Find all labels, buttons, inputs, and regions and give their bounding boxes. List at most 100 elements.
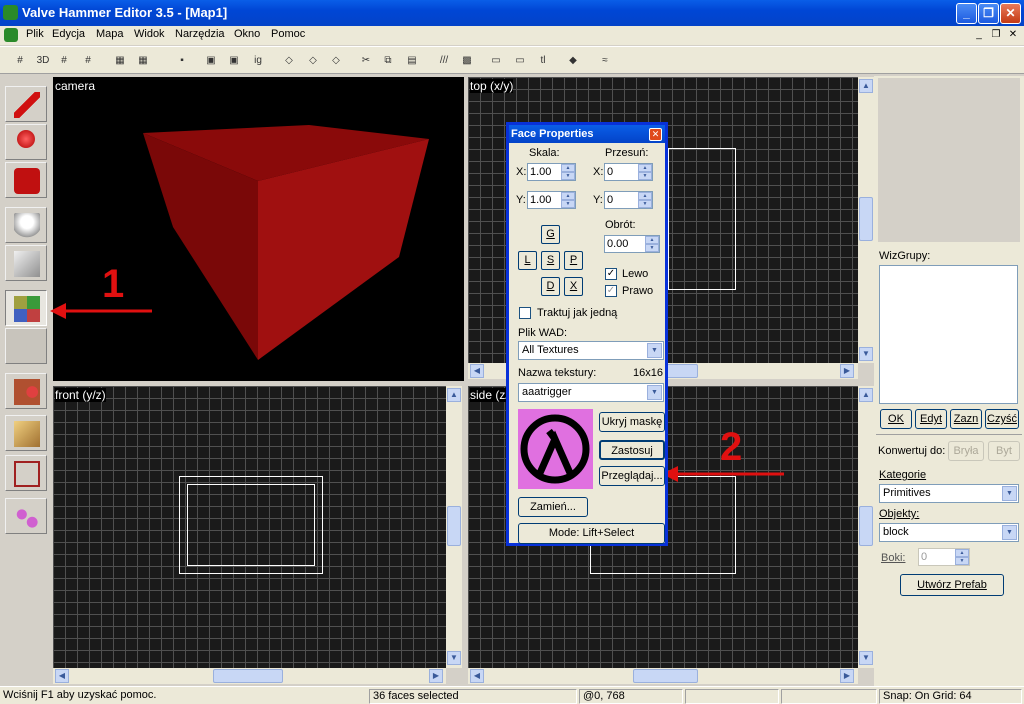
group-icon[interactable]: ▦ <box>110 51 130 71</box>
justify-bottom-button[interactable]: D <box>541 277 560 296</box>
scroll-down-icon[interactable]: ▼ <box>859 347 873 361</box>
maximize-icon[interactable]: ❐ <box>978 3 999 24</box>
spin-up-icon[interactable]: ▲ <box>955 549 969 557</box>
path-tool[interactable] <box>5 498 47 534</box>
scroll-up-icon[interactable]: ▲ <box>859 79 873 93</box>
tl-icon[interactable]: tl <box>533 51 553 71</box>
menu-narzędzia[interactable]: Narzędzia <box>175 28 225 40</box>
hide-icon[interactable]: ▣ <box>201 51 221 71</box>
clipping-tool[interactable] <box>5 373 47 409</box>
chevron-down-icon[interactable]: ▼ <box>1002 525 1017 540</box>
menu-mapa[interactable]: Mapa <box>96 28 124 40</box>
mdi-close-icon[interactable]: ✕ <box>1006 29 1020 41</box>
entity-tool[interactable] <box>5 207 47 243</box>
scroll-right-icon[interactable]: ▶ <box>840 669 854 683</box>
scroll-up-icon[interactable]: ▲ <box>447 388 461 402</box>
hide-mask-button[interactable]: Ukryj maskę <box>599 412 665 432</box>
camera-tool[interactable] <box>5 162 47 198</box>
scale-y-input[interactable]: 1.00 ▲ ▼ <box>527 191 576 209</box>
scale-x-input[interactable]: 1.00 ▲ ▼ <box>527 163 576 181</box>
scroll-thumb[interactable] <box>447 506 461 546</box>
mdi-restore-icon[interactable]: ❐ <box>989 29 1003 41</box>
front-viewport[interactable]: front (y/z) <box>53 386 446 668</box>
scroll-thumb[interactable] <box>633 669 698 683</box>
shift-y-input[interactable]: 0 ▲ ▼ <box>604 191 653 209</box>
scroll-left-icon[interactable]: ◀ <box>470 669 484 683</box>
spin-up-icon[interactable]: ▲ <box>638 192 652 200</box>
settings-icon[interactable]: ≈ <box>595 51 615 71</box>
scroll-thumb[interactable] <box>213 669 283 683</box>
to-world-button[interactable]: Bryła <box>948 441 984 461</box>
justify-right-button[interactable]: P <box>564 251 583 270</box>
spin-up-icon[interactable]: ▲ <box>561 192 575 200</box>
objects-select[interactable]: block ▼ <box>879 523 1019 542</box>
select-icon[interactable]: ▭ <box>486 51 506 71</box>
align-left-checkbox[interactable]: ✓ <box>605 268 617 280</box>
to-entity-button[interactable]: Byt <box>988 441 1020 461</box>
vertex-manipulation-tool[interactable] <box>5 455 47 491</box>
title-bar[interactable]: Valve Hammer Editor 3.5 - [Map1] _ ❐ ✕ <box>0 0 1024 26</box>
ungroup-icon[interactable]: ▦ <box>133 51 153 71</box>
app-icon[interactable] <box>3 5 18 20</box>
align-right-checkbox[interactable]: ✓ <box>605 285 617 297</box>
categories-select[interactable]: Primitives ▼ <box>879 484 1019 503</box>
scroll-thumb[interactable] <box>859 506 873 546</box>
create-prefab-button[interactable]: Utwórz Prefab <box>900 574 1004 596</box>
browse-button[interactable]: Przeglądaj... <box>599 466 665 486</box>
magnify-tool[interactable] <box>5 124 47 160</box>
shift-x-input[interactable]: 0 ▲ ▼ <box>604 163 653 181</box>
larger-grid-icon[interactable]: # <box>78 51 98 71</box>
scroll-right-icon[interactable]: ▶ <box>429 669 443 683</box>
spin-up-icon[interactable]: ▲ <box>561 164 575 172</box>
menu-pomoc[interactable]: Pomoc <box>271 28 305 40</box>
spin-down-icon[interactable]: ▼ <box>561 172 575 180</box>
top-vscroll[interactable]: ▲ ▼ <box>858 77 874 363</box>
minimize-icon[interactable]: _ <box>956 3 977 24</box>
replace-button[interactable]: Zamień... <box>518 497 588 517</box>
visgroup-purge-button[interactable]: Czyść <box>985 409 1019 429</box>
copy-icon[interactable]: ⧉ <box>378 51 398 71</box>
menu-okno[interactable]: Okno <box>234 28 260 40</box>
box-icon[interactable]: ◇ <box>326 51 346 71</box>
justify-left-button[interactable]: L <box>518 251 537 270</box>
texture-name-select[interactable]: aaatrigger ▼ <box>518 383 664 402</box>
spin-down-icon[interactable]: ▼ <box>645 244 659 252</box>
carve-icon[interactable]: ◇ <box>279 51 299 71</box>
spin-up-icon[interactable]: ▲ <box>638 164 652 172</box>
show-icon[interactable]: ▣ <box>224 51 244 71</box>
menu-edycja[interactable]: Edycja <box>52 28 85 40</box>
menu-plik[interactable]: Plik <box>26 28 44 40</box>
block-tool[interactable] <box>5 245 47 281</box>
front-vscroll[interactable]: ▲ ▼ <box>446 386 462 668</box>
visgroup-edit-button[interactable]: Edyt <box>915 409 947 429</box>
chevron-down-icon[interactable]: ▼ <box>647 385 662 400</box>
scroll-left-icon[interactable]: ◀ <box>470 364 484 378</box>
side-vscroll[interactable]: ▲ ▼ <box>858 386 874 668</box>
ignore-groups-icon[interactable]: ig <box>248 51 268 71</box>
scroll-right-icon[interactable]: ▶ <box>840 364 854 378</box>
side-hscroll[interactable]: ◀ ▶ <box>468 668 858 684</box>
spin-down-icon[interactable]: ▼ <box>955 557 969 565</box>
justify-center-button[interactable]: S <box>541 251 560 270</box>
apply-button[interactable]: Zastosuj <box>599 440 665 460</box>
scroll-left-icon[interactable]: ◀ <box>55 669 69 683</box>
selection-tool[interactable] <box>5 86 47 122</box>
faces-input[interactable]: 0 ▲ ▼ <box>918 548 970 566</box>
select-box-icon[interactable]: ▭ <box>510 51 530 71</box>
vertex-tool[interactable] <box>5 415 47 451</box>
spin-down-icon[interactable]: ▼ <box>561 200 575 208</box>
justify-x-button[interactable]: X <box>564 277 583 296</box>
front-hscroll[interactable]: ◀ ▶ <box>53 668 446 684</box>
doc-icon[interactable] <box>4 28 18 42</box>
wad-select[interactable]: All Textures ▼ <box>518 341 664 360</box>
dialog-title[interactable]: Face Properties <box>509 125 665 143</box>
close-icon[interactable]: ✕ <box>1000 3 1021 24</box>
rotation-input[interactable]: 0.00 ▲ ▼ <box>604 235 660 253</box>
chevron-down-icon[interactable]: ▼ <box>647 343 662 358</box>
spin-down-icon[interactable]: ▼ <box>638 200 652 208</box>
scroll-down-icon[interactable]: ▼ <box>859 651 873 665</box>
camera-viewport[interactable]: camera <box>53 77 464 381</box>
grid-toggle-icon[interactable]: # <box>10 51 30 71</box>
visgroup-mark-button[interactable]: Zazn <box>950 409 982 429</box>
cut-icon[interactable]: ✂ <box>356 51 376 71</box>
